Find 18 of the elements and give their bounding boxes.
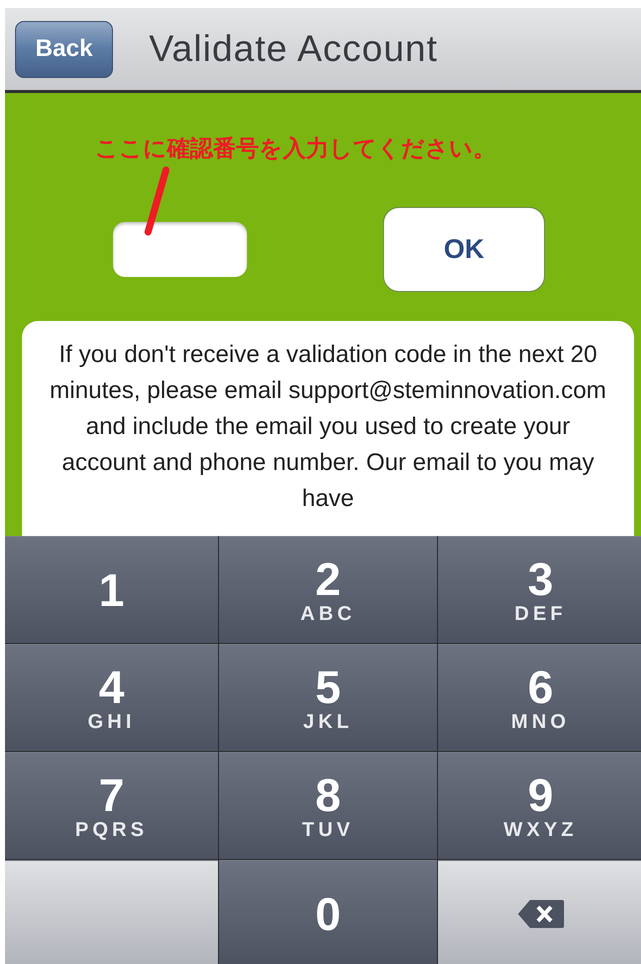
ok-button[interactable]: OK — [383, 207, 545, 292]
backspace-icon — [518, 900, 564, 928]
keypad-key[interactable]: 4 GHI — [5, 644, 218, 751]
notice-text: If you don't receive a validation code in the next 20 minutes, please email support@steminnovation.com and include the email you used to create your account and phone number. Our email to you may have — [48, 340, 608, 514]
screen-title: Validate Account — [149, 28, 438, 70]
keypad-key[interactable]: 8 TUV — [219, 752, 437, 859]
keypad-key[interactable]: 7 PQRS — [5, 752, 218, 859]
code-input-field[interactable] — [113, 222, 247, 277]
keypad-key[interactable]: 9 WXYZ — [438, 752, 641, 859]
keypad-key[interactable]: 2 ABC — [219, 536, 437, 643]
keypad-key[interactable]: 3 DEF — [438, 536, 641, 643]
annotation-text: ここに確認番号を入力してください。 — [95, 135, 496, 164]
keypad-key[interactable]: 1 — [5, 536, 218, 643]
delete-key[interactable] — [438, 860, 641, 964]
keypad-key[interactable]: 0 — [219, 860, 437, 964]
keypad-key[interactable]: 6 MNO — [438, 644, 641, 751]
keypad-key[interactable]: 5 JKL — [219, 644, 437, 751]
back-button[interactable]: Back — [15, 20, 113, 78]
